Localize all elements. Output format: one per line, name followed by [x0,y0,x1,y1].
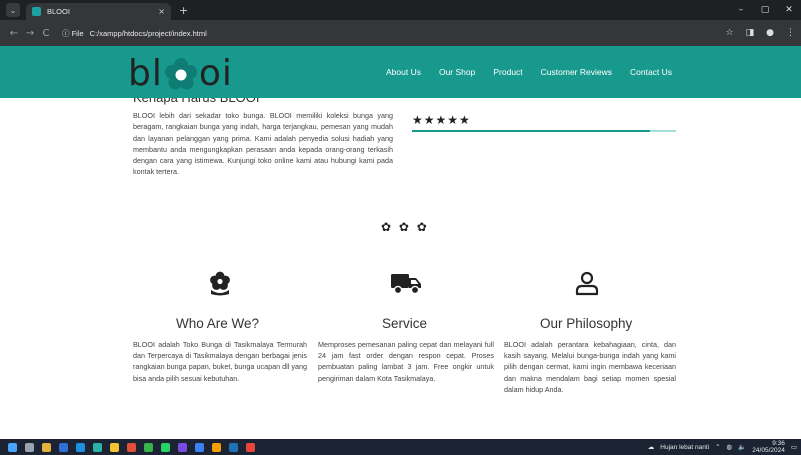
page-viewport: bl oi About Us Our Shop Product Customer… [0,46,801,439]
window-controls: – ▢ ✕ [729,0,801,20]
browser-tab[interactable]: BLOOI × [26,3,171,20]
nav-product[interactable]: Product [493,67,522,77]
feature-text-who-are-we: BLOOI adalah Toko Bunga di Tasikmalaya T… [133,340,307,383]
menu-kebab-icon[interactable]: ⋮ [786,28,795,38]
taskbar-app-icon[interactable] [59,442,68,452]
minimize-icon[interactable]: – [729,5,753,15]
url-text[interactable]: C:/xampp/htdocs/project/index.html [90,29,207,38]
back-icon[interactable]: ← [6,28,22,39]
feature-title-our-philosophy: Our Philosophy [540,316,633,331]
network-icon[interactable]: ◍ [727,443,733,451]
rating-stars: ★★★★★ [412,113,471,127]
site-navbar: bl oi About Us Our Shop Product Customer… [0,46,801,98]
tab-search-icon[interactable]: ⌄ [6,3,20,17]
logo-text-right: oi [198,53,233,94]
weather-icon[interactable]: ☁ [648,443,655,451]
tab-close-icon[interactable]: × [158,7,165,16]
clock[interactable]: 9:36 24/05/2024 [752,440,785,454]
nav-our-shop[interactable]: Our Shop [439,67,475,77]
system-tray: ☁ Hujan lebat nanti ⌃ ◍ 🔈 9:36 24/05/202… [642,439,797,455]
feature-text-service: Memproses pemesanan paling cepat dan mel… [318,340,494,383]
flower-icon [210,271,230,296]
logo-flower-icon [164,58,197,90]
about-paragraph: BLOOI lebih dari sekadar toko bunga. BLO… [133,111,393,177]
decorative-flowers: ✿ ✿ ✿ [381,220,429,234]
forward-icon[interactable]: → [22,28,38,39]
nav-customer-reviews[interactable]: Customer Reviews [541,67,612,77]
new-tab-icon[interactable]: + [179,4,188,17]
logo-text-left: bl [128,53,163,94]
browser-tab-bar: ⌄ BLOOI × + – ▢ ✕ [0,0,801,20]
truck-icon [391,274,421,295]
os-taskbar: ☁ Hujan lebat nanti ⌃ ◍ 🔈 9:36 24/05/202… [0,439,801,455]
tray-chevron-icon[interactable]: ⌃ [715,443,720,451]
taskbar-app-icon[interactable] [76,442,85,452]
reload-icon[interactable]: C [38,28,54,39]
taskbar-app-icon[interactable] [178,442,187,452]
taskbar-app-icon[interactable] [229,442,238,452]
close-window-icon[interactable]: ✕ [777,5,801,15]
nav-contact-us[interactable]: Contact Us [630,67,672,77]
whatsapp-icon[interactable] [161,442,170,452]
address-bar-actions: ☆ ◨ ● ⋮ [714,20,795,46]
tab-title: BLOOI [47,7,70,16]
taskbar-app-icon[interactable] [42,442,51,452]
taskbar-app-icon[interactable] [144,442,153,452]
volume-icon[interactable]: 🔈 [738,443,746,451]
feature-text-our-philosophy: BLOOI adalah perantara kebahagiaan, cint… [504,340,676,394]
sidepanel-icon[interactable]: ◨ [746,28,755,38]
tab-favicon-icon [32,7,41,16]
weather-text[interactable]: Hujan lebat nanti [660,444,709,451]
address-bar: ← → C ⓘ File C:/xampp/htdocs/project/ind… [0,20,801,46]
rating-bar-track [412,130,676,132]
user-icon [575,271,599,296]
url-omnibox[interactable]: ⓘ File C:/xampp/htdocs/project/index.htm… [62,24,762,42]
taskbar-app-icon[interactable] [127,442,136,452]
taskbar-app-icon[interactable] [93,442,102,452]
feature-title-service: Service [382,316,428,331]
vscode-icon[interactable] [195,442,204,452]
nav-about-us[interactable]: About Us [386,67,421,77]
taskbar-app-icon[interactable] [212,442,221,452]
site-nav-links: About Us Our Shop Product Customer Revie… [386,46,690,98]
maximize-icon[interactable]: ▢ [753,5,777,15]
file-explorer-icon[interactable] [110,442,119,452]
feature-title-who-are-we: Who Are We? [176,316,260,331]
file-chip[interactable]: ⓘ File [62,28,84,39]
clock-time: 9:36 [772,440,785,447]
task-view-icon[interactable] [25,442,34,452]
site-logo[interactable]: bl oi [128,48,233,100]
start-windows-icon[interactable] [8,442,17,452]
clock-date: 24/05/2024 [752,447,785,454]
rating-bar-fill [412,130,650,132]
notification-icon[interactable]: ▭ [791,443,797,451]
bookmark-star-icon[interactable]: ☆ [726,28,734,38]
chrome-icon[interactable] [246,442,255,452]
profile-icon[interactable]: ● [766,28,774,38]
